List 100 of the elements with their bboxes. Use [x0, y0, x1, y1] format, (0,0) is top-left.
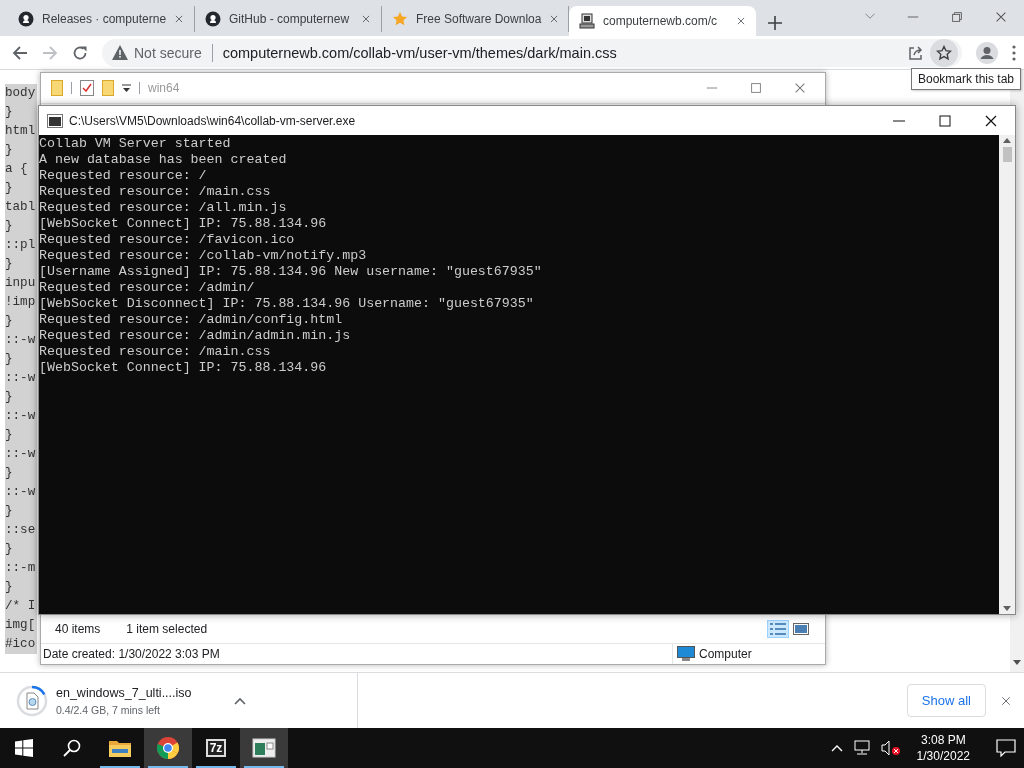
code-line: ::-w [5, 446, 36, 463]
console-line: Requested resource: / [39, 168, 208, 184]
code-line: ::-m [5, 560, 36, 577]
code-line: } [5, 256, 14, 273]
console-line: [WebSocket Disconnect] IP: 75.88.134.96 Username: "guest67935" [39, 296, 535, 312]
code-line: a { [5, 161, 29, 178]
browser-tab[interactable]: Releases · computerne [8, 6, 195, 32]
code-line: } [5, 579, 14, 596]
console-line: Requested resource: /collab-vm/notify.mp3 [39, 248, 368, 264]
taskbar-app[interactable]: 7z [192, 728, 240, 768]
folder-icon [108, 738, 132, 758]
location-label: Computer [699, 647, 752, 661]
code-line: #ico [5, 636, 36, 653]
console-line: Requested resource: /main.css [39, 344, 272, 360]
code-line: } [5, 351, 14, 368]
notification-icon[interactable] [996, 739, 1016, 757]
code-line: ::-w [5, 332, 36, 349]
code-line: } [5, 389, 14, 406]
star-icon [936, 44, 952, 61]
date-created: Date created: 1/30/2022 3:03 PM [43, 647, 220, 661]
maximize-icon[interactable] [937, 112, 953, 129]
muted-speaker-icon[interactable] [880, 740, 901, 756]
share-icon[interactable] [908, 44, 924, 61]
console-line: Requested resource: /admin/admin.min.js [39, 328, 352, 344]
item-count: 40 items [55, 622, 101, 636]
tooltip: Bookmark this tab [911, 68, 1022, 90]
scroll-up-icon[interactable] [1003, 138, 1011, 143]
chevron-up-icon[interactable] [830, 744, 843, 752]
console-line: Requested resource: /all.min.js [39, 200, 288, 216]
console-line: [Username Assigned] IP: 75.88.134.96 New username: "guest67935" [39, 264, 543, 280]
computer-icon [579, 13, 595, 29]
code-line: } [5, 104, 14, 121]
code-line: } [5, 427, 14, 444]
menu-icon[interactable] [1012, 44, 1016, 61]
start-icon[interactable] [15, 739, 33, 757]
code-line: tabl [5, 199, 36, 216]
console-line: A new database has been created [39, 152, 288, 168]
code-line: } [5, 218, 14, 235]
details-view-button[interactable] [767, 620, 789, 638]
console-icon [47, 113, 63, 128]
window-title: C:\Users\VM5\Downloads\win64\collab-vm-server.exe [69, 113, 356, 128]
show-all-button[interactable]: Show all [906, 684, 986, 717]
code-line: } [5, 180, 14, 197]
code-line: img[ [5, 617, 36, 634]
monitor-icon [677, 646, 695, 662]
console-line: Requested resource: /main.css [39, 184, 272, 200]
new-tab-icon[interactable] [768, 16, 782, 30]
code-line: ::-w [5, 370, 36, 387]
address-bar[interactable]: Not secure computernewb.com/collab-vm/user-vm/themes/dark/main.css [102, 38, 962, 67]
bookmark-button[interactable] [930, 38, 958, 67]
thumbnail-view-button[interactable] [791, 620, 811, 638]
scroll-down-icon[interactable] [1013, 660, 1021, 666]
download-filename[interactable]: en_windows_7_ulti....iso [56, 685, 206, 700]
window-title: win64 [148, 81, 180, 95]
code-line: ::-w [5, 408, 36, 425]
console-line: Requested resource: /favicon.ico [39, 232, 296, 248]
console-line: Requested resource: /admin/config.html [39, 312, 344, 328]
download-status: 0.4/2.4 GB, 7 mins left [56, 703, 161, 716]
code-line: html [5, 123, 36, 140]
scrollbar[interactable] [999, 135, 1015, 614]
url-text: computernewb.com/collab-vm/user-vm/themes/dark/main.css [222, 44, 618, 61]
console-line: Collab VM Server started [39, 136, 232, 152]
code-line: } [5, 541, 14, 558]
selection-count: 1 item selected [126, 622, 208, 636]
chrome-icon [156, 736, 180, 760]
search-icon[interactable] [63, 739, 81, 757]
code-line: ::-w [5, 484, 36, 501]
taskbar-app[interactable] [144, 728, 192, 768]
profile-icon[interactable] [976, 41, 998, 64]
scroll-down-icon[interactable] [1003, 606, 1011, 611]
browser-tab[interactable]: GitHub - computernew [195, 6, 382, 32]
code-line: inpu [5, 275, 36, 292]
network-icon[interactable] [852, 740, 871, 756]
disc-file-icon [26, 691, 39, 710]
star-icon [392, 11, 408, 27]
code-line: body [5, 85, 36, 102]
browser-tab[interactable]: computernewb.com/c [569, 6, 756, 36]
properties-icon[interactable] [80, 80, 94, 96]
reload-icon[interactable] [72, 44, 88, 61]
archive-icon: 7z [205, 739, 227, 757]
console-line: [WebSocket Connect] IP: 75.88.134.96 [39, 216, 328, 232]
console-line: [WebSocket Connect] IP: 75.88.134.96 [39, 360, 328, 376]
maximize-icon[interactable] [749, 81, 763, 95]
restore-icon[interactable] [950, 10, 964, 24]
code-line: ::pl [5, 237, 36, 254]
caret-up-icon[interactable] [234, 696, 246, 705]
security-label[interactable]: Not secure [134, 44, 202, 61]
code-line: } [5, 503, 14, 520]
window-icon [252, 738, 276, 758]
code-line: } [5, 313, 14, 330]
console-line: Requested resource: /admin/ [39, 280, 256, 296]
warning-icon [112, 45, 128, 60]
back-icon[interactable] [12, 44, 28, 61]
dropdown-icon[interactable] [122, 83, 131, 93]
scroll-thumb[interactable] [1002, 147, 1012, 162]
taskbar-app[interactable] [240, 728, 288, 768]
code-line: ::se [5, 522, 36, 539]
code-line: !imp [5, 294, 36, 311]
clock[interactable]: 3:08 PM 1/30/2022 [910, 732, 976, 764]
code-line: } [5, 465, 14, 482]
